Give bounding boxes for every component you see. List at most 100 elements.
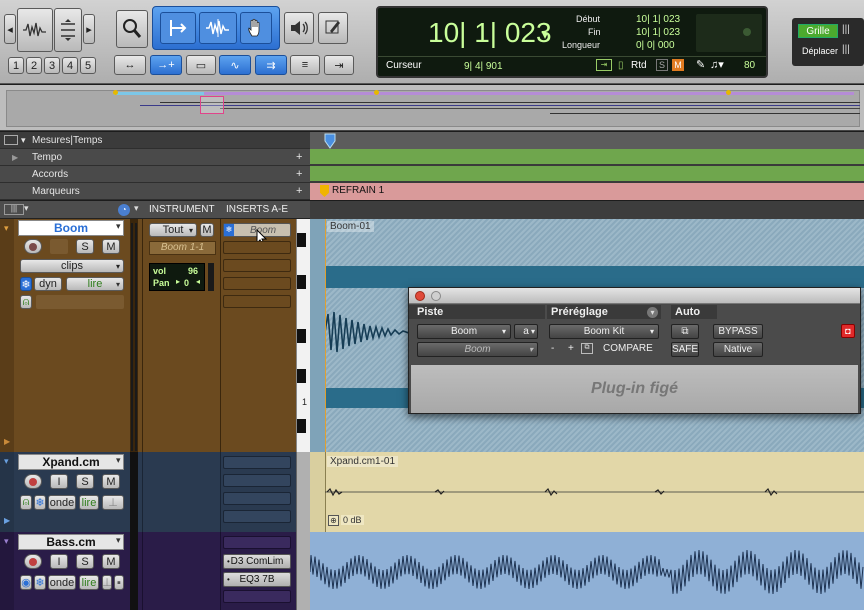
ruler-mesures[interactable]: ▾ Mesures|Temps — [0, 132, 310, 149]
previous-preset-button[interactable]: - — [551, 343, 554, 354]
spot-mode-icon[interactable]: ▭ — [186, 55, 216, 75]
mirror-edit-icon[interactable]: ⇥ — [324, 55, 354, 75]
track-xpand[interactable]: ▾ Xpand.cm ▾ I S M ⍝ ❄ onde lire ⊥ ▶ — [0, 452, 296, 532]
compare-button[interactable]: COMPARE — [603, 343, 653, 354]
trimmer-tool-icon[interactable] — [160, 12, 196, 44]
copy-settings-icon[interactable]: ⧉ — [581, 343, 593, 354]
solo-button[interactable]: S — [76, 474, 94, 489]
insert-slot-e[interactable] — [223, 295, 291, 308]
track-view-selector[interactable]: clips ▾ — [20, 259, 124, 273]
mute-button[interactable]: M — [102, 474, 120, 489]
slip-mode-icon[interactable]: →+ — [150, 55, 182, 75]
track-list-view-icon[interactable]: ||| — [4, 204, 24, 215]
grid-button[interactable]: Grille — [798, 24, 838, 38]
zoom-preset-3[interactable]: 3 — [44, 57, 60, 74]
ruler-view-icon[interactable] — [4, 135, 18, 145]
timebase-clock-icon[interactable]: ◔ — [118, 204, 130, 216]
insert-slot-d[interactable] — [223, 277, 291, 290]
track-name-menu-icon[interactable]: ▾ — [116, 455, 121, 466]
start-value[interactable]: 10| 1| 023 — [636, 14, 680, 25]
plugin-preset-selector[interactable]: Boom Kit ▾ — [549, 324, 659, 339]
bars-ruler-lane[interactable] — [310, 132, 864, 149]
tempo-value[interactable]: 80 — [744, 60, 755, 71]
plugin-insert-slot-selector[interactable]: a ▾ — [514, 324, 538, 339]
vertical-zoom-icon[interactable] — [54, 8, 82, 52]
zoomer-tool-magnifier-icon[interactable] — [116, 10, 148, 48]
automation-mode-selector[interactable]: lire ▾ — [66, 277, 124, 291]
ruler-menu-arrow-icon[interactable]: ▾ — [21, 132, 26, 149]
nudge-bars-icon[interactable]: ||| — [842, 44, 850, 55]
preset-menu-icon[interactable]: ▾ — [647, 307, 658, 318]
vol-value[interactable]: 96 — [188, 266, 198, 276]
pan-value[interactable]: 0 — [184, 278, 189, 288]
chord-lane[interactable] — [310, 166, 864, 182]
marker-add-icon[interactable]: + — [296, 183, 302, 200]
insert-slot-b[interactable] — [223, 241, 291, 254]
tempo-add-icon[interactable]: + — [296, 149, 302, 166]
track-lock-icon[interactable]: ⍝ — [20, 295, 32, 309]
plugin-track-selector[interactable]: Boom ▾ — [417, 324, 511, 339]
zoom-preset-5[interactable]: 5 — [80, 57, 96, 74]
timebase-menu-arrow-icon[interactable]: ▾ — [134, 203, 139, 214]
insert-slot-b[interactable]: • EQ3 7B — [223, 572, 291, 587]
horizontal-zoom-waveform-icon[interactable] — [17, 8, 53, 52]
native-indicator[interactable]: Native — [713, 342, 763, 357]
automation-enable-icon[interactable]: ⧉ — [671, 324, 699, 339]
freeze-snowflake-icon[interactable]: ❄ — [20, 277, 32, 291]
insert-slot-a[interactable]: • D3 ComLim — [223, 554, 291, 569]
insert-slot-c[interactable] — [223, 492, 291, 505]
mute-button[interactable]: M — [102, 554, 120, 569]
overview-visible-window[interactable] — [200, 96, 224, 114]
next-preset-button[interactable]: + — [568, 343, 574, 354]
length-value[interactable]: 0| 0| 000 — [636, 40, 675, 51]
view-menu-arrow-icon[interactable]: ▾ — [24, 203, 29, 214]
track-boom[interactable]: ▾ Boom ▾ S M clips ▾ ❄ dyn lire ▾ ⍝ ▶ Tout… — [0, 219, 296, 452]
track-name-menu-icon[interactable]: ▾ — [116, 221, 121, 232]
insert-slot-c[interactable] — [223, 590, 291, 603]
instrument-mute-button[interactable]: M — [200, 223, 214, 237]
insert-slot-b[interactable] — [223, 474, 291, 487]
counter-s-button[interactable]: S — [656, 59, 668, 71]
plugin-window[interactable]: Piste Préréglage ▾ Auto Boom ▾ a ▾ Boom ▾ B… — [408, 287, 861, 414]
tab-to-transient-icon[interactable]: ≡ — [290, 55, 320, 75]
track-collapse-arrow-icon[interactable]: ▾ — [4, 536, 9, 547]
mute-button[interactable]: M — [102, 239, 120, 254]
minimize-window-icon[interactable] — [431, 291, 441, 301]
record-arm-icon[interactable] — [24, 239, 42, 254]
track-name-xpand[interactable]: Xpand.cm — [18, 454, 124, 470]
universe-overview[interactable] — [0, 85, 864, 131]
clip-gain-value[interactable]: 0 dB — [341, 515, 364, 525]
insert-slot-a[interactable] — [223, 456, 291, 469]
clock-timebase-icon[interactable]: ◉ — [20, 575, 32, 590]
score-icon[interactable]: ▯ — [618, 60, 624, 71]
boom-clip-name[interactable]: Boom-01 — [327, 221, 374, 232]
track-view-selector[interactable]: onde — [48, 575, 76, 590]
plugin-instrument-selector[interactable]: Boom ▾ — [417, 342, 538, 357]
zoom-out-arrow-icon[interactable]: ◂ — [4, 14, 16, 44]
black-key[interactable] — [297, 233, 306, 247]
zoom-preset-2[interactable]: 2 — [26, 57, 42, 74]
track-collapse-arrow-icon[interactable]: ▾ — [4, 456, 9, 467]
midi-input-selector[interactable]: Tout ▾ — [149, 223, 197, 237]
track-name-bass[interactable]: Bass.cm — [18, 534, 124, 550]
marker-lane[interactable] — [310, 183, 864, 200]
ruler-marqueurs[interactable]: Marqueurs + — [0, 183, 310, 200]
tempo-expand-icon[interactable]: ▶ — [12, 149, 18, 166]
insert-slot-c[interactable] — [223, 259, 291, 272]
automation-mode-selector[interactable]: lire — [79, 575, 99, 590]
track-bass[interactable]: ▾ Bass.cm ▾ I S M ◉ ❄ onde lire ⊥ ▪ • D3 … — [0, 532, 296, 610]
zoom-preset-1[interactable]: 1 — [8, 57, 24, 74]
ruler-tempo[interactable]: ▶ Tempo + — [0, 149, 310, 166]
inserts-column-header[interactable]: INSERTS A-E — [226, 204, 288, 215]
playlist-icon[interactable]: ▪ — [114, 575, 124, 590]
black-key[interactable] — [297, 369, 306, 383]
link-timeline-icon[interactable]: ⇉ — [255, 55, 287, 75]
marker-name[interactable]: REFRAIN 1 — [332, 185, 384, 196]
insert-slot-d[interactable] — [223, 510, 291, 523]
elastic-audio-selector[interactable]: dyn — [34, 277, 62, 291]
close-window-icon[interactable] — [415, 291, 425, 301]
scrubber-speaker-icon[interactable] — [284, 12, 314, 44]
safe-button[interactable]: SAFE — [671, 342, 699, 357]
black-key[interactable] — [297, 275, 306, 289]
sample-lock-icon[interactable]: ⊥ — [102, 575, 112, 590]
